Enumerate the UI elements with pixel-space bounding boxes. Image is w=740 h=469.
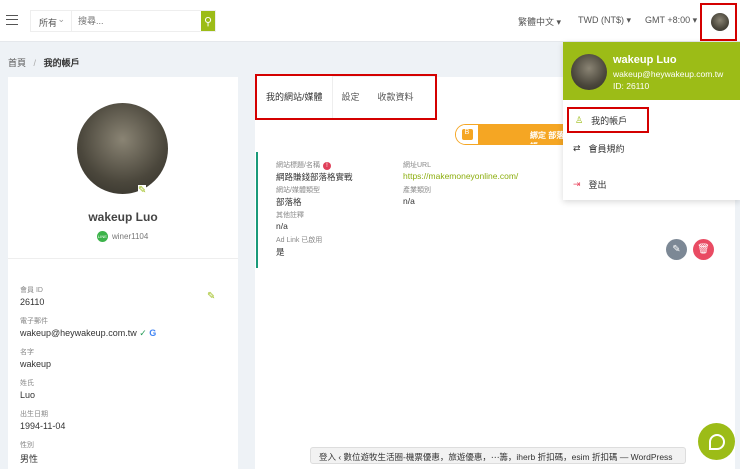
line-account: LINE winer1104 xyxy=(97,231,148,242)
value: n/a xyxy=(276,221,288,231)
verified-check-icon: ✓ xyxy=(139,328,147,338)
breadcrumb-separator: / xyxy=(33,58,37,68)
search-icon: ⚲ xyxy=(203,15,213,28)
tab-payment-info[interactable]: 收款資料 xyxy=(369,76,423,118)
field-birthdate: 出生日期 1994-11-04 xyxy=(20,409,65,431)
field-gender: 性別 男性 xyxy=(20,440,38,465)
website-detail: 網站標題/名稱! 網路賺錢部落格實戰 網址URL https://makemoney… xyxy=(256,152,556,268)
bind-button-label: 綁定 部落格 帳 xyxy=(478,125,574,144)
timezone-dropdown[interactable]: GMT +8:00 ▾ xyxy=(645,15,697,26)
line-id: winer1104 xyxy=(112,232,149,241)
edit-site-button[interactable]: ✎ xyxy=(666,239,687,260)
menu-label: 登出 xyxy=(588,180,607,190)
label: 產業類別 xyxy=(403,187,431,194)
site-type: 網站/媒體類型 部落格 xyxy=(276,185,320,208)
chat-bubble-icon xyxy=(708,433,725,450)
profile-avatar xyxy=(77,103,168,194)
value: 網路賺錢部落格實戰 xyxy=(276,172,353,182)
dropdown-id: ID: 26110 xyxy=(613,81,650,91)
menu-item-logout[interactable]: ⇥ 登出 xyxy=(567,174,613,195)
category-select[interactable]: 所有 xyxy=(31,11,73,31)
user-icon: ♙ xyxy=(575,114,584,125)
menu-item-my-account[interactable]: ♙ 我的帳戶 xyxy=(567,107,649,133)
chat-button[interactable] xyxy=(698,423,735,460)
field-label: 電子郵件 xyxy=(20,318,48,325)
language-dropdown[interactable]: 繁體中文 ▾ xyxy=(518,15,561,28)
value: 部落格 xyxy=(276,197,302,207)
blogger-icon: B xyxy=(461,129,473,140)
delete-site-button[interactable]: 🗑 xyxy=(693,239,714,260)
menu-item-terms[interactable]: ⇄ 會員規約 xyxy=(567,138,631,159)
label: 網站/媒體類型 xyxy=(276,187,320,194)
value: 是 xyxy=(276,247,285,257)
bind-blogger-button[interactable]: B 綁定 部落格 帳 xyxy=(455,124,575,145)
field-label: 會員 ID xyxy=(20,287,43,294)
divider xyxy=(8,258,238,259)
handshake-icon: ⇄ xyxy=(573,143,581,153)
site-url: 網址URL https://makemoneyonline.com/ xyxy=(403,160,518,181)
field-value: 1994-11-04 xyxy=(20,421,66,431)
label: Ad Link 已啟用 xyxy=(276,237,323,244)
dropdown-email: wakeup@heywakeup.com.tw xyxy=(613,69,724,79)
site-title: 網站標題/名稱! 網路賺錢部落格實戰 xyxy=(276,160,353,183)
browser-tooltip: 登入 ‹ 數位遊牧生活圈-機票優惠，旅遊優惠，⋯籌，iherb 折扣碼，esim… xyxy=(310,447,686,464)
line-icon: LINE xyxy=(97,231,108,242)
user-dropdown-menu: wakeup Luo wakeup@heywakeup.com.tw ID: 2… xyxy=(563,42,740,200)
site-industry: 產業類別 n/a xyxy=(403,185,431,206)
field-member-id: 會員 ID 26110 xyxy=(20,285,44,307)
edit-icon: ✎ xyxy=(672,244,681,255)
value: n/a xyxy=(403,196,415,206)
field-label: 姓氏 xyxy=(20,380,34,387)
label: 網址URL xyxy=(403,162,432,169)
site-adlink: Ad Link 已啟用是 xyxy=(276,235,322,258)
field-label: 出生日期 xyxy=(20,411,48,418)
field-label: 性別 xyxy=(20,442,34,449)
email-value: wakeup@heywakeup.com.tw xyxy=(20,328,137,338)
tab-bar: 我的網站/媒體 設定 收款資料 xyxy=(255,74,437,120)
currency-dropdown[interactable]: TWD (NT$) ▾ xyxy=(578,15,631,26)
field-value: Luo xyxy=(20,390,36,400)
dropdown-avatar xyxy=(571,54,607,90)
field-value: wakeup xyxy=(20,359,52,369)
breadcrumb: 首頁 / 我的帳戶 xyxy=(8,56,80,69)
profile-card: ✎ wakeup Luo LINE winer1104 ✎ 會員 ID 26110… xyxy=(8,77,238,469)
label: 網站標題/名稱 xyxy=(276,162,320,169)
breadcrumb-home[interactable]: 首頁 xyxy=(8,58,26,68)
label: 其他註釋 xyxy=(276,212,304,219)
menu-label: 會員規約 xyxy=(588,144,625,154)
hamburger-menu-icon[interactable] xyxy=(6,15,18,25)
alert-icon: ! xyxy=(322,162,331,170)
profile-name: wakeup Luo xyxy=(88,210,158,224)
field-value: 26110 xyxy=(20,297,45,307)
trash-icon: 🗑 xyxy=(697,244,710,255)
logout-icon: ⇥ xyxy=(573,179,581,189)
field-label: 名字 xyxy=(20,349,34,356)
dropdown-header: wakeup Luo wakeup@heywakeup.com.tw ID: 2… xyxy=(563,42,740,100)
search-button[interactable]: ⚲ xyxy=(201,11,215,31)
field-value: wakeup@heywakeup.com.tw ✓ G xyxy=(20,328,156,339)
edit-avatar-icon[interactable]: ✎ xyxy=(138,185,147,196)
avatar xyxy=(711,13,729,31)
field-last-name: 姓氏 Luo xyxy=(20,378,35,400)
user-avatar-button[interactable] xyxy=(700,3,737,41)
tab-my-websites[interactable]: 我的網站/媒體 xyxy=(257,76,333,118)
breadcrumb-current: 我的帳戶 xyxy=(43,58,80,68)
top-navbar: 所有 ⚲ 繁體中文 ▾ TWD (NT$) ▾ GMT +8:00 ▾ xyxy=(0,0,740,42)
menu-label: 我的帳戶 xyxy=(591,115,628,126)
search-bar: 所有 ⚲ xyxy=(30,10,216,32)
field-email: 電子郵件 wakeup@heywakeup.com.tw ✓ G xyxy=(20,316,156,339)
tab-settings[interactable]: 設定 xyxy=(333,76,369,118)
site-notes: 其他註釋 n/a xyxy=(276,210,304,231)
site-url-link[interactable]: https://makemoneyonline.com/ xyxy=(403,171,518,181)
edit-profile-icon[interactable]: ✎ xyxy=(207,291,215,302)
field-value: 男性 xyxy=(20,454,39,464)
dropdown-name: wakeup Luo xyxy=(613,54,677,66)
field-first-name: 名字 wakeup xyxy=(20,347,51,369)
google-icon: G xyxy=(149,328,157,338)
search-input[interactable] xyxy=(72,11,202,31)
